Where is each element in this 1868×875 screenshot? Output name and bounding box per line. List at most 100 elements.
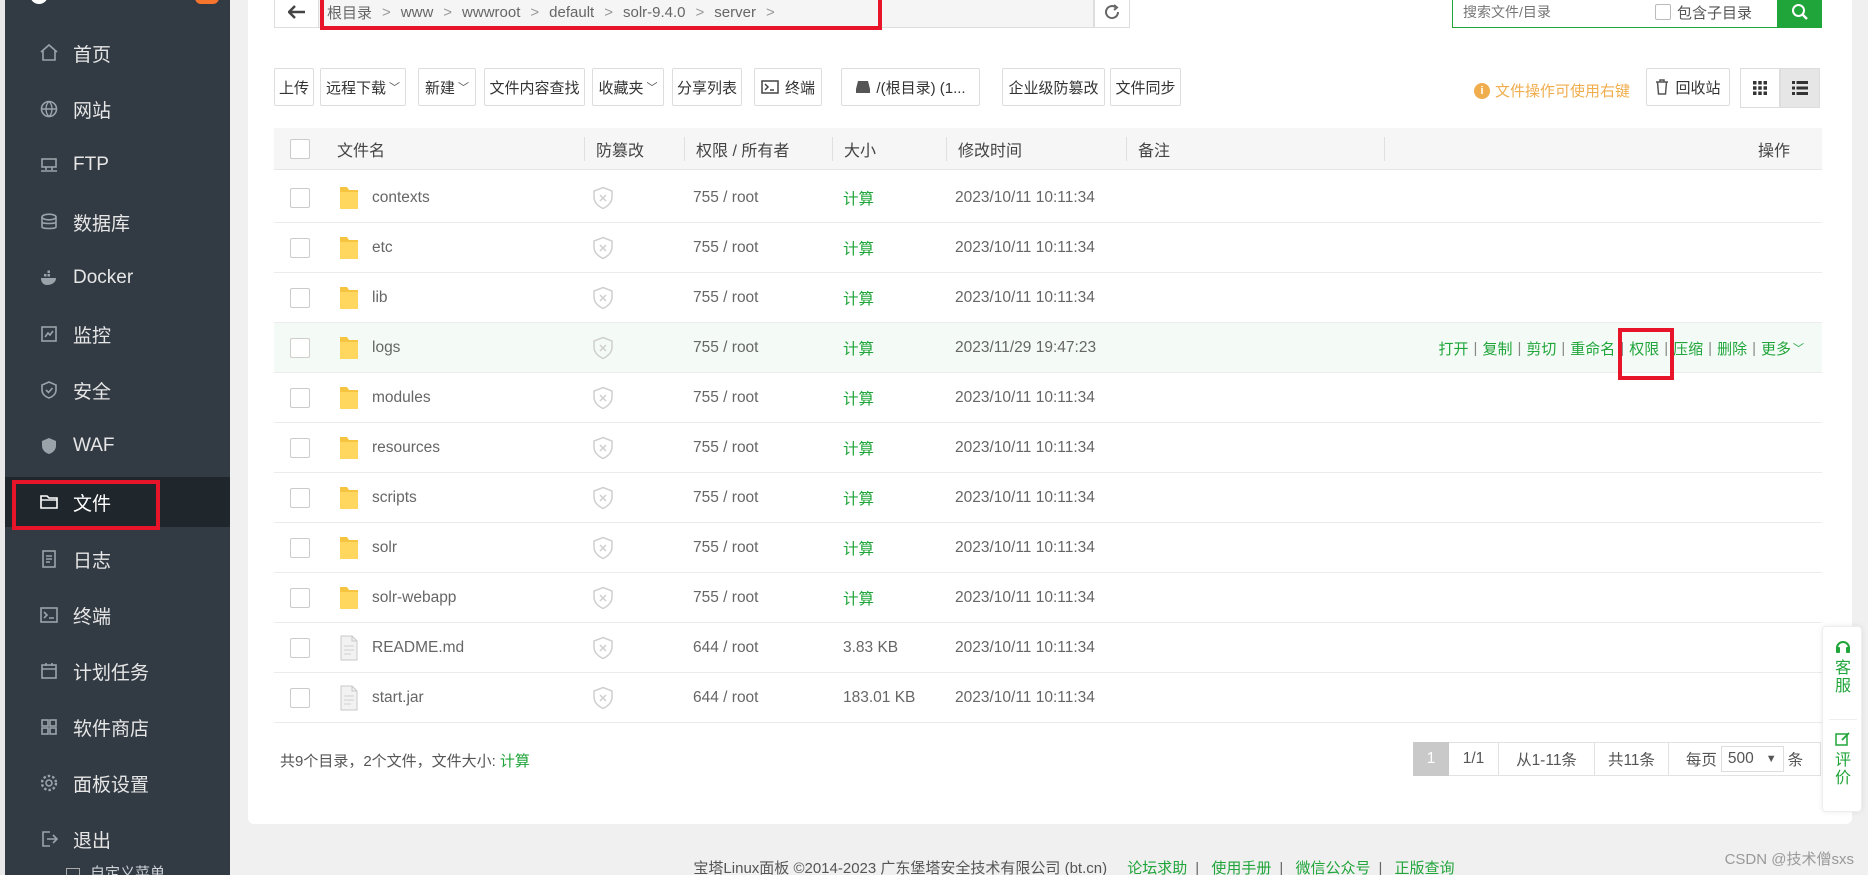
file-name[interactable]: start.jar: [372, 673, 424, 723]
file-perm[interactable]: 755 / root: [693, 273, 759, 323]
favorites-button[interactable]: 收藏夹 ﹀: [592, 68, 664, 106]
row-checkbox[interactable]: [290, 288, 310, 308]
footer-link-license[interactable]: 正版查询: [1395, 860, 1455, 875]
sidebar-item-docker[interactable]: Docker: [5, 253, 230, 303]
file-perm[interactable]: 644 / root: [693, 623, 759, 673]
list-view-button[interactable]: [1780, 68, 1820, 108]
file-size[interactable]: 计算: [843, 423, 874, 473]
footer-link-manual[interactable]: 使用手册: [1211, 860, 1271, 875]
sidebar-item-home[interactable]: 首页: [5, 28, 230, 78]
row-checkbox[interactable]: [290, 688, 310, 708]
file-perm[interactable]: 644 / root: [693, 673, 759, 723]
tamper-shield-icon[interactable]: [592, 273, 614, 323]
file-name[interactable]: logs: [372, 323, 400, 373]
table-row[interactable]: start.jar 644 / root 183.01 KB 2023/10/11 1…: [274, 673, 1822, 723]
search-button[interactable]: [1778, 0, 1822, 28]
customer-service-button[interactable]: 客 服: [1823, 639, 1863, 696]
header-mtime[interactable]: 修改时间: [958, 128, 1022, 170]
file-size[interactable]: 计算: [843, 173, 874, 223]
select-all-checkbox[interactable]: [290, 139, 310, 159]
table-row[interactable]: resources 755 / root 计算 2023/10/11 10:11:34: [274, 423, 1822, 473]
file-name[interactable]: modules: [372, 373, 431, 423]
file-size[interactable]: 计算: [843, 573, 874, 623]
search-input[interactable]: [1453, 4, 1653, 20]
file-size[interactable]: 计算: [843, 323, 874, 373]
file-perm[interactable]: 755 / root: [693, 573, 759, 623]
file-size[interactable]: 计算: [843, 273, 874, 323]
row-checkbox[interactable]: [290, 238, 310, 258]
upload-button[interactable]: 上传: [274, 68, 314, 106]
row-checkbox[interactable]: [290, 588, 310, 608]
row-checkbox[interactable]: [290, 188, 310, 208]
sidebar-item-log[interactable]: 日志: [5, 534, 230, 584]
sidebar-item-database[interactable]: 数据库: [5, 197, 230, 247]
row-action-0[interactable]: 打开: [1439, 338, 1469, 359]
pager-current[interactable]: 1: [1413, 742, 1449, 776]
table-row[interactable]: contexts 755 / root 计算 2023/10/11 10:11:34: [274, 173, 1822, 223]
row-action-6[interactable]: 删除: [1717, 338, 1747, 359]
table-row[interactable]: solr-webapp 755 / root 计算 2023/10/11 10:11:…: [274, 573, 1822, 623]
row-action-1[interactable]: 复制: [1482, 338, 1512, 359]
tamper-proof-button[interactable]: 企业级防篡改: [1002, 68, 1105, 106]
row-action-3[interactable]: 重命名: [1570, 338, 1615, 359]
tamper-shield-icon[interactable]: [592, 423, 614, 473]
file-size[interactable]: 计算: [843, 223, 874, 273]
file-name[interactable]: resources: [372, 423, 440, 473]
file-name[interactable]: README.md: [372, 623, 464, 673]
file-perm[interactable]: 755 / root: [693, 423, 759, 473]
row-action-7[interactable]: 更多: [1761, 338, 1791, 359]
tamper-shield-icon[interactable]: [592, 173, 614, 223]
include-subdirs-toggle[interactable]: 包含子目录: [1655, 2, 1752, 23]
sidebar-item-monitor[interactable]: 监控: [5, 309, 230, 359]
table-row[interactable]: README.md 644 / root 3.83 KB 2023/10/11 10:…: [274, 623, 1822, 673]
file-name[interactable]: scripts: [372, 473, 417, 523]
file-name[interactable]: contexts: [372, 173, 430, 223]
table-row[interactable]: etc 755 / root 计算 2023/10/11 10:11:34: [274, 223, 1822, 273]
table-row[interactable]: logs 755 / root 计算 2023/11/29 19:47:23 打开 | 复制…: [274, 323, 1822, 373]
content-search-button[interactable]: 文件内容查找: [484, 68, 585, 106]
file-perm[interactable]: 755 / root: [693, 373, 759, 423]
row-checkbox[interactable]: [290, 538, 310, 558]
sidebar-item-globe[interactable]: 网站: [5, 84, 230, 134]
file-perm[interactable]: 755 / root: [693, 223, 759, 273]
feedback-button[interactable]: 评 价: [1823, 731, 1863, 788]
recycle-bin-button[interactable]: 回收站: [1646, 68, 1730, 106]
new-button[interactable]: 新建 ﹀: [418, 68, 476, 106]
footer-link-forum[interactable]: 论坛求助: [1127, 860, 1187, 875]
row-checkbox[interactable]: [290, 638, 310, 658]
tamper-shield-icon[interactable]: [592, 323, 614, 373]
disk-selector-button[interactable]: /(根目录) (1...: [841, 68, 980, 106]
table-row[interactable]: solr 755 / root 计算 2023/10/11 10:11:34: [274, 523, 1822, 573]
footer-link-wechat[interactable]: 微信公众号: [1295, 860, 1370, 875]
file-size[interactable]: 计算: [843, 473, 874, 523]
remote-download-button[interactable]: 远程下载 ﹀: [320, 68, 406, 106]
row-checkbox[interactable]: [290, 338, 310, 358]
table-row[interactable]: lib 755 / root 计算 2023/10/11 10:11:34: [274, 273, 1822, 323]
sidebar-item-gear[interactable]: 面板设置: [5, 758, 230, 808]
file-size[interactable]: 计算: [843, 523, 874, 573]
notification-badge[interactable]: [195, 0, 219, 4]
tamper-shield-icon[interactable]: [592, 373, 614, 423]
file-perm[interactable]: 755 / root: [693, 173, 759, 223]
terminal-button[interactable]: 终端: [754, 68, 822, 106]
row-checkbox[interactable]: [290, 438, 310, 458]
sidebar-item-apps[interactable]: 软件商店: [5, 702, 230, 752]
sidebar-item-ftp[interactable]: FTP: [5, 140, 230, 190]
file-sync-button[interactable]: 文件同步: [1110, 68, 1181, 106]
file-perm[interactable]: 755 / root: [693, 323, 759, 373]
file-name[interactable]: etc: [372, 223, 393, 273]
refresh-button[interactable]: [1094, 0, 1130, 28]
sidebar-item-calendar[interactable]: 计划任务: [5, 646, 230, 696]
row-action-2[interactable]: 剪切: [1526, 338, 1556, 359]
tamper-shield-icon[interactable]: [592, 573, 614, 623]
header-size[interactable]: 大小: [844, 128, 876, 170]
table-row[interactable]: scripts 755 / root 计算 2023/10/11 10:11:34: [274, 473, 1822, 523]
row-checkbox[interactable]: [290, 388, 310, 408]
summary-calc-link[interactable]: 计算: [500, 753, 530, 770]
file-name[interactable]: solr-webapp: [372, 573, 456, 623]
file-size[interactable]: 计算: [843, 373, 874, 423]
back-button[interactable]: [274, 0, 318, 28]
sidebar-item-terminal[interactable]: 终端: [5, 590, 230, 640]
table-row[interactable]: modules 755 / root 计算 2023/10/11 10:11:34: [274, 373, 1822, 423]
row-action-5[interactable]: 压缩: [1673, 338, 1703, 359]
